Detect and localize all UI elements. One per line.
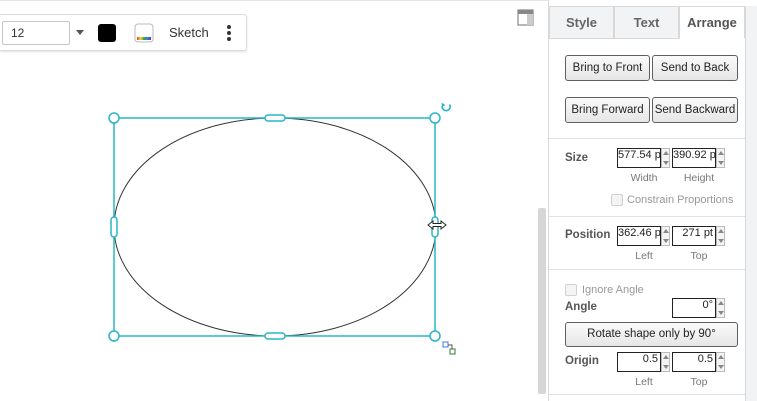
origin-y-input[interactable]: 0.5 (672, 352, 716, 372)
divider (549, 269, 745, 270)
sketch-toggle[interactable]: Sketch (169, 25, 209, 40)
constrain-proportions-checkbox[interactable] (611, 194, 623, 206)
position-label: Position (565, 229, 611, 241)
origin-top-caption: Top (690, 376, 708, 388)
format-panel: Style Text Arrange Bring to Front Send t… (548, 0, 757, 401)
position-left-input[interactable]: 362.46 pt (617, 226, 661, 246)
angle-label: Angle (565, 301, 597, 313)
origin-label: Origin (565, 355, 599, 367)
width-caption: Width (630, 172, 658, 184)
chevron-down-icon[interactable] (74, 26, 86, 38)
origin-y-stepper[interactable] (716, 352, 725, 372)
line-color-icon[interactable] (134, 23, 154, 43)
rotate-90-button[interactable]: Rotate shape only by 90° (565, 322, 738, 347)
height-caption: Height (683, 172, 715, 184)
ignore-angle-checkbox[interactable] (565, 284, 577, 296)
divider (549, 216, 745, 217)
origin-x-stepper[interactable] (661, 352, 670, 372)
ignore-angle-label: Ignore Angle (582, 284, 644, 296)
position-left-stepper[interactable] (661, 226, 670, 246)
rotate-icon[interactable] (441, 102, 451, 112)
more-vertical-icon[interactable] (224, 23, 234, 43)
angle-stepper[interactable] (716, 298, 725, 318)
send-backward-button[interactable]: Send Backward (652, 97, 738, 123)
divider (549, 394, 745, 395)
format-tabs: Style Text Arrange (549, 6, 745, 39)
app-root: Sketch Style Text Arrange Bring to Front… (0, 0, 757, 401)
resize-handle-top-left[interactable] (108, 112, 120, 124)
fill-color-swatch[interactable] (98, 24, 116, 42)
width-input[interactable]: 577.54 pt (617, 148, 661, 168)
resize-handle-top-right[interactable] (429, 112, 441, 124)
resize-handle-left[interactable] (110, 216, 118, 238)
selection-box (113, 117, 436, 337)
tab-arrange[interactable]: Arrange (679, 6, 745, 39)
font-size-input[interactable] (2, 21, 70, 45)
position-top-stepper[interactable] (716, 226, 725, 246)
origin-left-caption: Left (635, 376, 653, 388)
width-stepper[interactable] (661, 148, 670, 168)
vertical-scrollbar[interactable] (538, 208, 546, 394)
tab-text[interactable]: Text (614, 6, 679, 39)
connection-icon (442, 341, 456, 355)
constrain-proportions-label: Constrain Proportions (627, 194, 734, 206)
panel-scroll-gutter (745, 6, 757, 401)
angle-input[interactable]: 0° (672, 298, 716, 318)
diagram-canvas[interactable]: Sketch (0, 0, 540, 401)
send-to-back-button[interactable]: Send to Back (652, 55, 738, 81)
resize-handle-bottom-right[interactable] (429, 330, 441, 342)
height-input[interactable]: 390.92 pt (672, 148, 716, 168)
position-top-input[interactable]: 271 pt (672, 226, 716, 246)
tab-style[interactable]: Style (549, 6, 614, 39)
shape-layer (108, 102, 456, 355)
resize-handle-bottom[interactable] (264, 332, 286, 340)
resize-handle-top[interactable] (264, 114, 286, 122)
position-top-caption: Top (690, 250, 708, 262)
bring-to-front-button[interactable]: Bring to Front (565, 55, 650, 81)
resize-handle-bottom-left[interactable] (108, 330, 120, 342)
ellipse-shape[interactable] (113, 117, 437, 337)
height-stepper[interactable] (716, 148, 725, 168)
origin-x-input[interactable]: 0.5 (617, 352, 661, 372)
format-panel-icon[interactable] (516, 8, 536, 28)
position-left-caption: Left (635, 250, 653, 262)
divider (549, 138, 745, 139)
size-label: Size (565, 152, 589, 164)
bring-forward-button[interactable]: Bring Forward (565, 97, 650, 123)
style-toolbar: Sketch (0, 14, 247, 51)
